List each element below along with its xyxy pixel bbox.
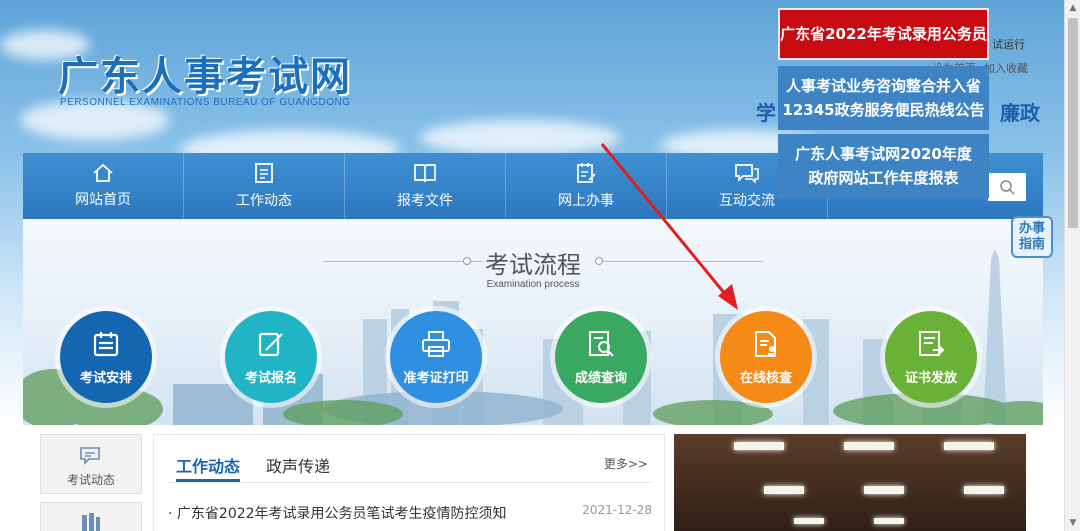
news-divider [168,482,652,483]
popup-line: 12345政务服务便民热线公告 [782,101,985,119]
chat-icon [735,164,759,184]
verify-doc-icon [755,330,776,357]
ceiling-light [864,486,904,494]
page: 广东人事考试网 PERSONNEL EXAMINATIONS BUREAU OF… [0,0,1064,531]
header-slogan-left: 学 [756,101,776,125]
ceiling-light [734,442,784,450]
nav-item-label: 网上办事 [558,193,614,209]
ceiling-light [944,442,994,450]
process-subtitle: Examination process [486,279,580,290]
guide-line: 办事 [1018,221,1045,236]
popup-annual-report[interactable]: 广东人事考试网2020年度 政府网站工作年度报表 [778,134,989,198]
ceiling-light [964,486,1004,494]
ceiling-light [794,518,824,524]
calendar-icon [93,331,119,356]
step-label: 证书发放 [904,370,957,386]
step-label: 成绩查询 [574,370,627,386]
nav-item-label: 工作动态 [236,193,292,209]
certificate-icon [919,330,945,356]
popup-line: 广东人事考试网2020年度 [795,145,972,163]
step-exam-schedule[interactable]: 考试安排 [60,311,152,403]
sidebar-item-books[interactable] [40,502,142,531]
clipboard-edit-icon [577,163,596,183]
news-date: 2021-12-28 [582,503,652,517]
tab-government-voice[interactable]: 政声传递 [266,453,330,477]
nav-item-home[interactable]: 网站首页 [23,153,184,219]
tab-work-news[interactable]: 工作动态 [176,453,240,477]
news-title: · 广东省2022年考试录用公务员笔试考生疫情防控须知 [168,506,507,522]
book-icon [414,164,436,183]
vertical-scrollbar[interactable]: ▲ ▼ [1064,0,1080,531]
scroll-down-arrow-icon[interactable]: ▼ [1065,515,1080,531]
popup-line: 人事考试业务咨询整合并入省 [785,77,981,95]
exam-process-section: 考试流程 Examination process 考试安排 考试报名 准考证打印… [23,219,1043,425]
step-exam-registration[interactable]: 考试报名 [225,311,317,403]
cloud-decoration [420,120,620,155]
add-favorite-link[interactable]: 加入收藏 [984,60,1028,76]
document-list-icon [255,163,273,183]
nav-item-work-news[interactable]: 工作动态 [184,153,345,219]
featured-photo[interactable] [674,434,1026,531]
trial-run-label: 试运行 [992,38,1025,51]
header-slogan-right: 廉政 [1000,101,1040,125]
popup-civil-servant-exam[interactable]: 广东省2022年考试录用公务员 [778,8,989,60]
step-label: 考试安排 [79,370,132,386]
ceiling-light [764,486,804,494]
step-score-query[interactable]: 成绩查询 [555,311,647,403]
ceiling-light [874,518,904,524]
step-label: 准考证打印 [403,370,469,386]
step-certificate-issuance[interactable]: 证书发放 [885,311,977,403]
news-panel: 工作动态 政声传递 更多>> · 广东省2022年考试录用公务员笔试考生疫情防控… [153,434,665,531]
more-link[interactable]: 更多>> [604,455,648,472]
nav-item-exam-files[interactable]: 报考文件 [345,153,506,219]
step-online-verification[interactable]: 在线核查 [720,311,812,403]
books-icon [82,513,100,531]
service-guide-button[interactable]: 办事 指南 [1011,216,1053,258]
popup-hotline-notice[interactable]: 人事考试业务咨询整合并入省 12345政务服务便民热线公告 [778,66,989,130]
scroll-up-arrow-icon[interactable]: ▲ [1065,0,1080,16]
printer-icon [422,330,450,357]
search-button[interactable] [988,173,1026,201]
sidebar-item-label: 考试动态 [66,473,115,487]
search-icon [1000,180,1015,195]
search-doc-icon [589,330,614,357]
sidebar-item-exam-news[interactable]: 考试动态 [40,434,142,494]
popup-label: 广东省2022年考试录用公务员 [780,25,987,43]
nav-item-online-service[interactable]: 网上办事 [506,153,667,219]
site-logo-subtitle: PERSONNEL EXAMINATIONS BUREAU OF GUANGDO… [60,97,351,108]
nav-item-label: 报考文件 [397,193,453,209]
step-label: 考试报名 [244,370,297,386]
news-list-item[interactable]: · 广东省2022年考试录用公务员笔试考生疫情防控须知 2021-12-28 [168,503,652,523]
guide-line: 指南 [1018,237,1045,252]
popup-line: 政府网站工作年度报表 [808,169,959,187]
site-logo-title[interactable]: 广东人事考试网 [58,44,352,102]
home-icon [93,163,113,182]
nav-item-label: 互动交流 [719,193,775,209]
ceiling-light [844,442,894,450]
step-label: 在线核查 [739,370,792,386]
step-admission-ticket-print[interactable]: 准考证打印 [390,311,482,403]
scroll-thumb[interactable] [1068,18,1078,228]
edit-icon [258,332,283,356]
chat-bubble-icon [80,447,100,465]
nav-item-label: 网站首页 [75,192,131,208]
process-title: 考试流程 [485,251,581,279]
